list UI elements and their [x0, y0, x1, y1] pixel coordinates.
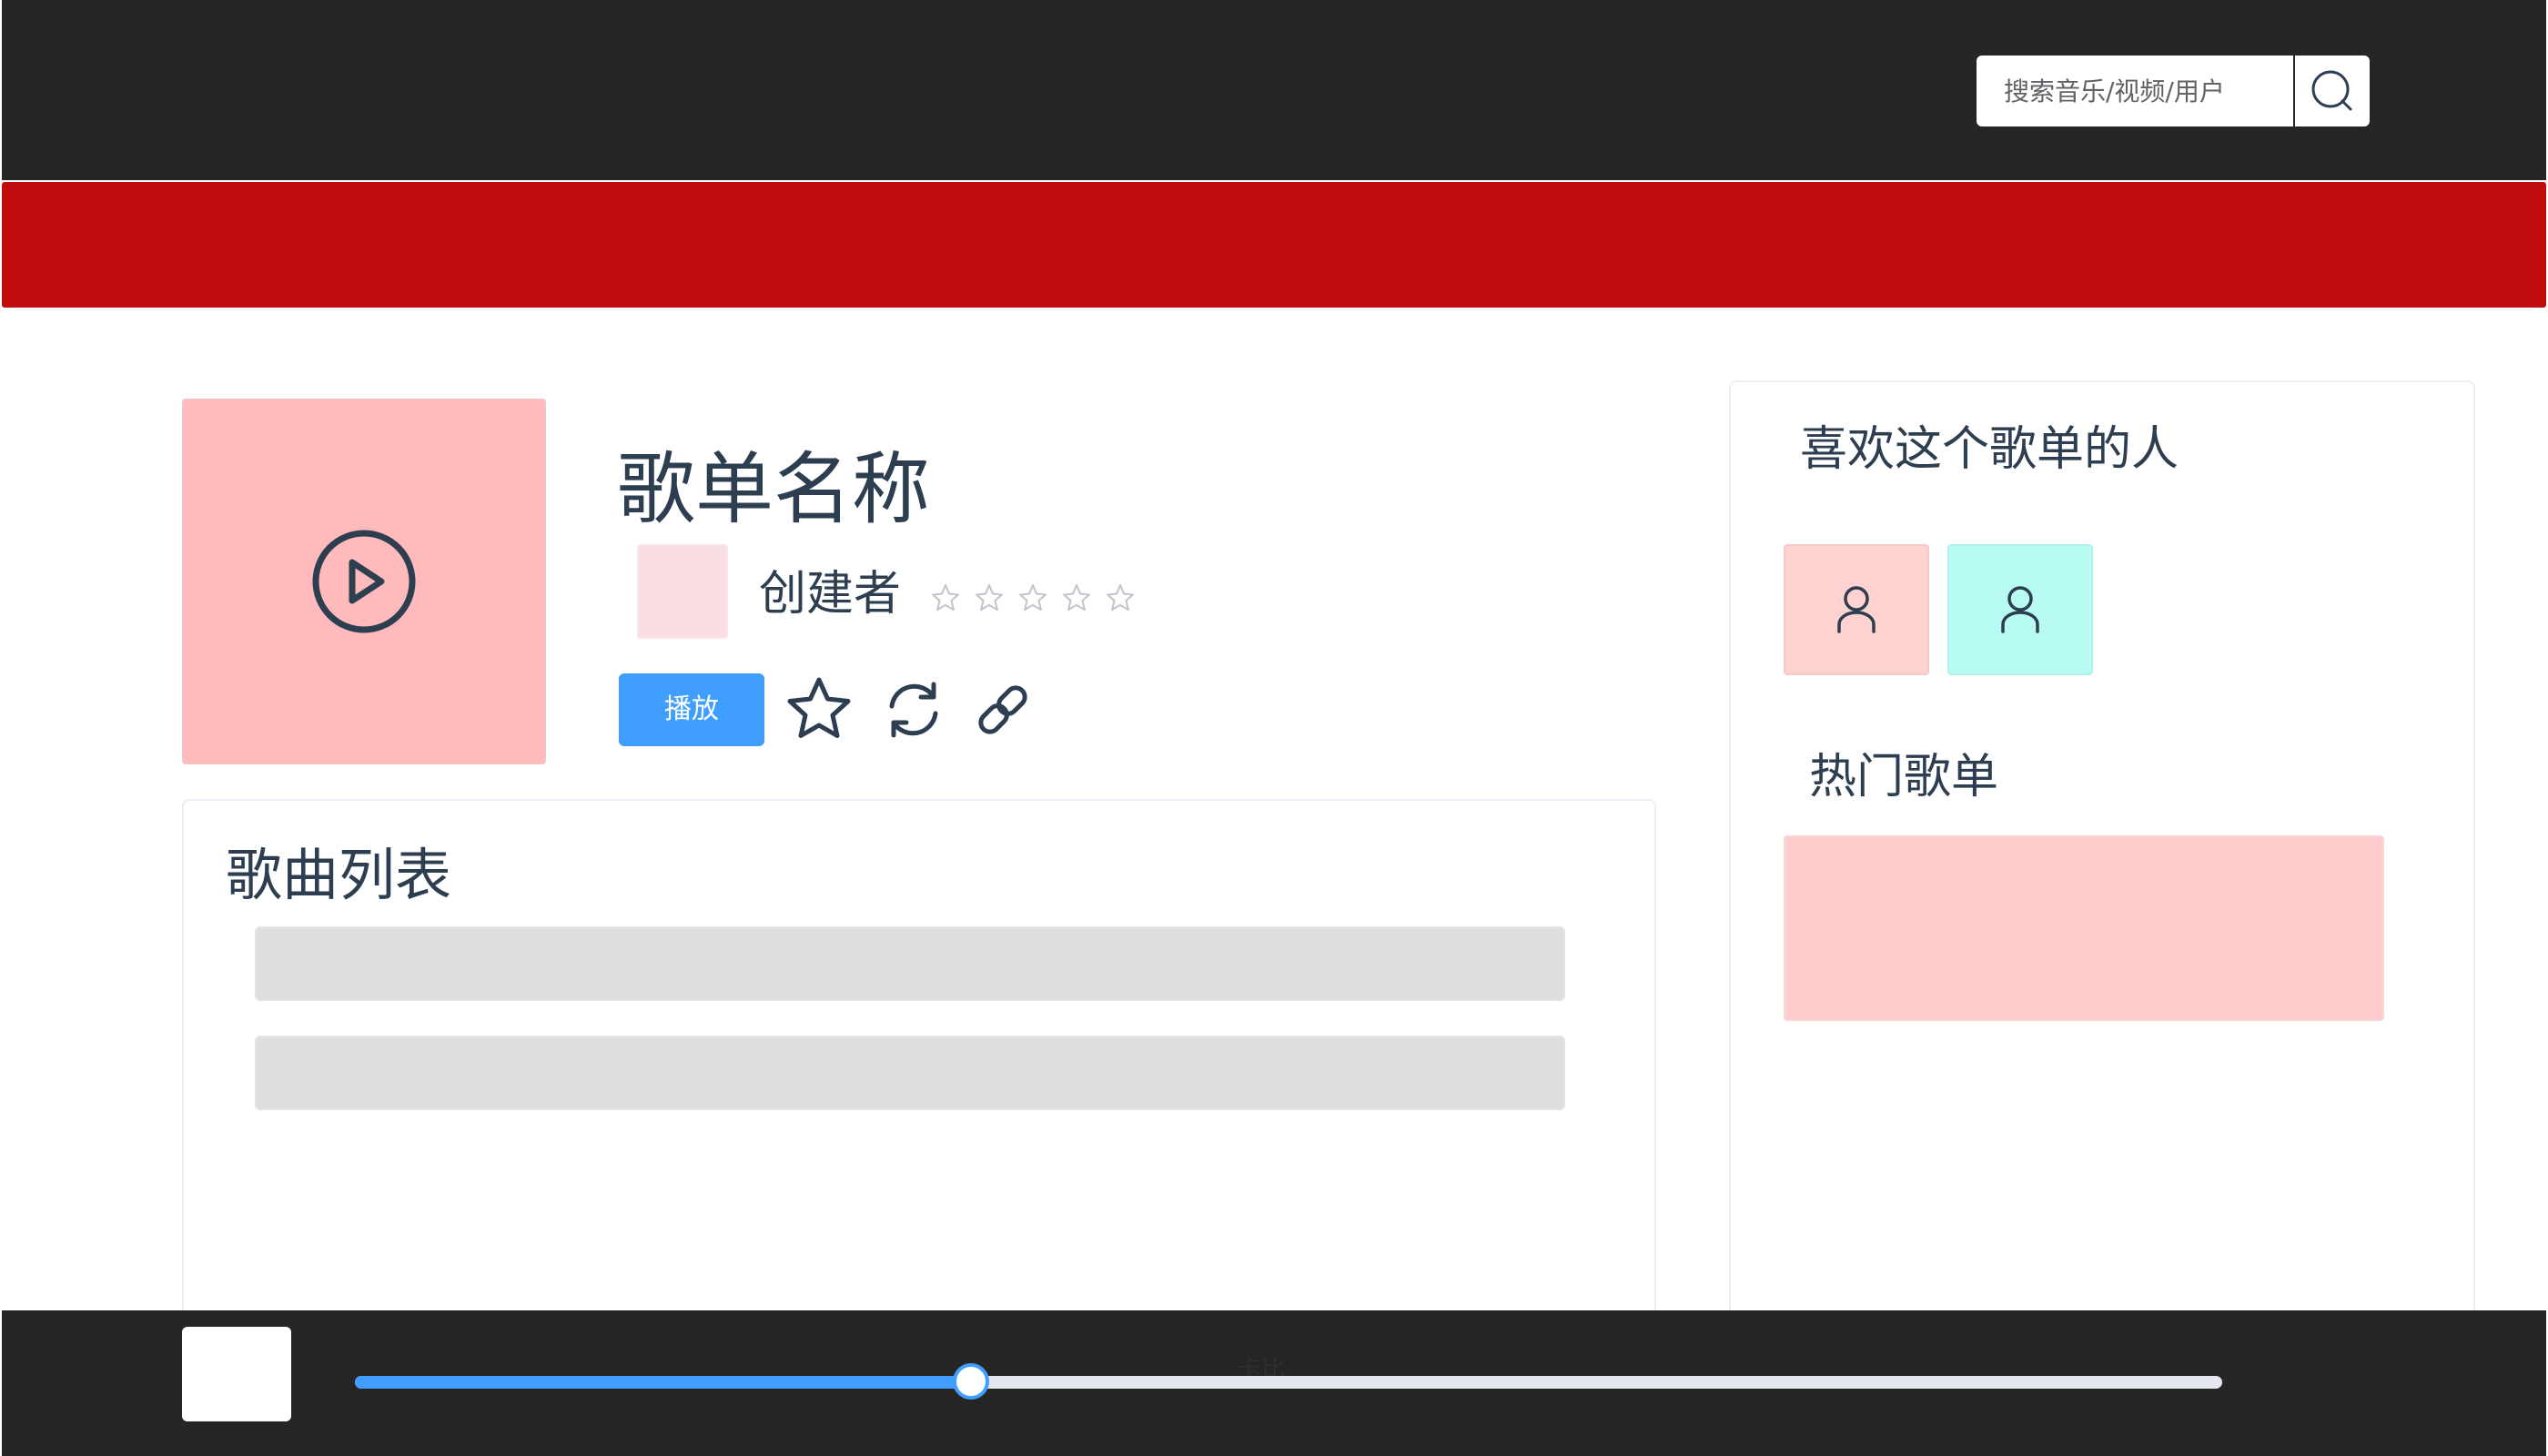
progress-handle[interactable] [953, 1363, 990, 1400]
collect-button[interactable] [783, 673, 855, 746]
hot-playlist-item[interactable] [1784, 835, 2384, 1021]
rating-star-icon[interactable] [1105, 582, 1136, 613]
refresh-button[interactable] [877, 673, 950, 746]
rating-star-icon[interactable] [930, 582, 961, 613]
play-circle-icon [312, 530, 416, 633]
banner [2, 182, 2546, 308]
playlist-cover[interactable] [182, 399, 546, 764]
song-row[interactable] [255, 926, 1565, 1001]
link-button[interactable] [966, 673, 1039, 746]
rating[interactable] [930, 582, 1136, 613]
rating-star-icon[interactable] [1061, 582, 1092, 613]
link-icon [978, 685, 1027, 734]
song-row[interactable] [255, 1036, 1565, 1110]
likers-title: 喜欢这个歌单的人 [1800, 422, 2179, 477]
search-icon [2311, 70, 2352, 111]
rating-star-icon[interactable] [974, 582, 1005, 613]
liker-avatar[interactable] [1784, 544, 1929, 675]
play-button[interactable]: 播放 [619, 673, 764, 746]
player-cover[interactable] [182, 1327, 291, 1421]
creator-avatar[interactable] [637, 544, 728, 639]
rating-star-icon[interactable] [1017, 582, 1048, 613]
hot-playlists-title: 热门歌单 [1809, 750, 1999, 804]
user-icon [2001, 586, 2039, 633]
song-list-title: 歌曲列表 [226, 842, 452, 908]
progress-fill [355, 1376, 972, 1389]
search-button[interactable] [2295, 56, 2370, 126]
creator-name[interactable]: 创建者 [759, 562, 901, 626]
star-icon [787, 677, 851, 738]
playlist-title: 歌单名称 [617, 444, 930, 535]
refresh-icon [889, 682, 938, 738]
search-input[interactable] [1977, 56, 2293, 126]
user-icon [1837, 586, 1876, 633]
liker-avatar[interactable] [1947, 544, 2093, 675]
